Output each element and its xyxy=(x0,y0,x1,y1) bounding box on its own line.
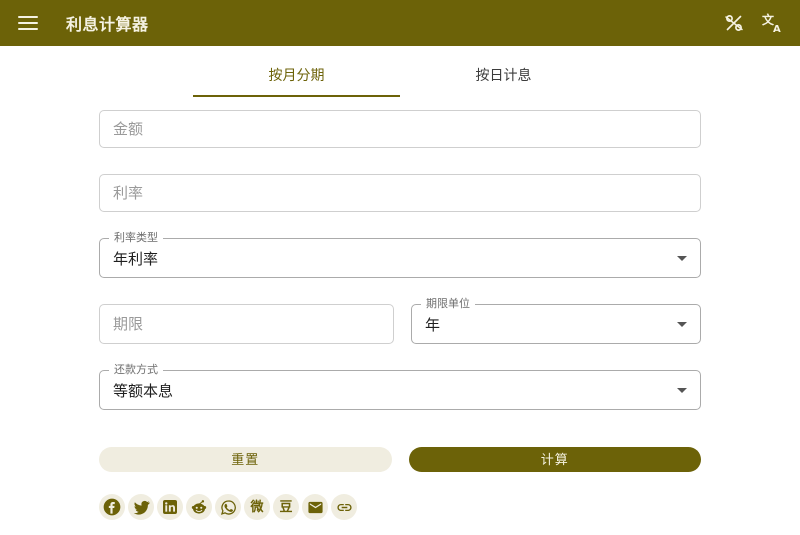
rate-input[interactable] xyxy=(99,174,701,212)
twitter-share-button[interactable] xyxy=(128,494,154,520)
tab-daily-interest[interactable]: 按日计息 xyxy=(400,52,607,97)
repayment-method-label: 还款方式 xyxy=(109,364,163,376)
facebook-share-button[interactable] xyxy=(99,494,125,520)
term-unit-value: 年 xyxy=(425,314,440,335)
rate-type-select[interactable]: 利率类型 年利率 xyxy=(99,238,701,278)
reddit-share-button[interactable] xyxy=(186,494,212,520)
douban-share-button[interactable]: 豆 xyxy=(273,494,299,520)
link-icon xyxy=(336,499,353,516)
menu-icon[interactable] xyxy=(18,16,38,30)
calculate-button[interactable]: 计算 xyxy=(409,447,702,472)
percent-off-icon[interactable] xyxy=(722,11,746,35)
rate-type-value: 年利率 xyxy=(113,248,158,269)
whatsapp-icon xyxy=(220,499,237,516)
svg-text:A: A xyxy=(773,24,781,35)
page-title: 利息计算器 xyxy=(66,11,149,35)
term-input[interactable] xyxy=(99,304,394,344)
linkedin-icon xyxy=(162,499,178,515)
douban-icon: 豆 xyxy=(279,501,292,514)
term-unit-wrap: 期限单位 年 xyxy=(411,304,701,344)
term-unit-select[interactable]: 期限单位 年 xyxy=(411,304,701,344)
reddit-icon xyxy=(190,498,208,516)
rate-type-label: 利率类型 xyxy=(109,232,163,244)
tab-bar: 按月分期 按日计息 xyxy=(193,52,607,97)
facebook-icon xyxy=(102,497,122,517)
term-input-wrap xyxy=(99,304,394,344)
weibo-icon: 微 xyxy=(250,501,263,514)
tab-monthly-installment[interactable]: 按月分期 xyxy=(193,52,400,97)
whatsapp-share-button[interactable] xyxy=(215,494,241,520)
repayment-method-select[interactable]: 还款方式 等额本息 xyxy=(99,370,701,410)
repayment-method-value: 等额本息 xyxy=(113,380,173,401)
app-header: 利息计算器 文 A xyxy=(0,0,800,46)
linkedin-share-button[interactable] xyxy=(157,494,183,520)
chevron-down-icon xyxy=(677,322,687,327)
email-icon xyxy=(307,499,324,516)
reset-button[interactable]: 重置 xyxy=(99,447,392,472)
chevron-down-icon xyxy=(677,256,687,261)
share-bar: 微 豆 xyxy=(99,494,701,520)
weibo-share-button[interactable]: 微 xyxy=(244,494,270,520)
email-share-button[interactable] xyxy=(302,494,328,520)
action-buttons: 重置 计算 xyxy=(99,447,701,472)
term-row: 期限单位 年 xyxy=(99,304,701,344)
calculator-form: 利率类型 年利率 期限单位 年 还款方式 等额本息 重置 计算 xyxy=(99,110,701,520)
chevron-down-icon xyxy=(677,388,687,393)
term-unit-label: 期限单位 xyxy=(421,298,475,310)
amount-input[interactable] xyxy=(99,110,701,148)
copy-link-share-button[interactable] xyxy=(331,494,357,520)
twitter-icon xyxy=(133,499,150,516)
translate-icon[interactable]: 文 A xyxy=(760,11,784,35)
